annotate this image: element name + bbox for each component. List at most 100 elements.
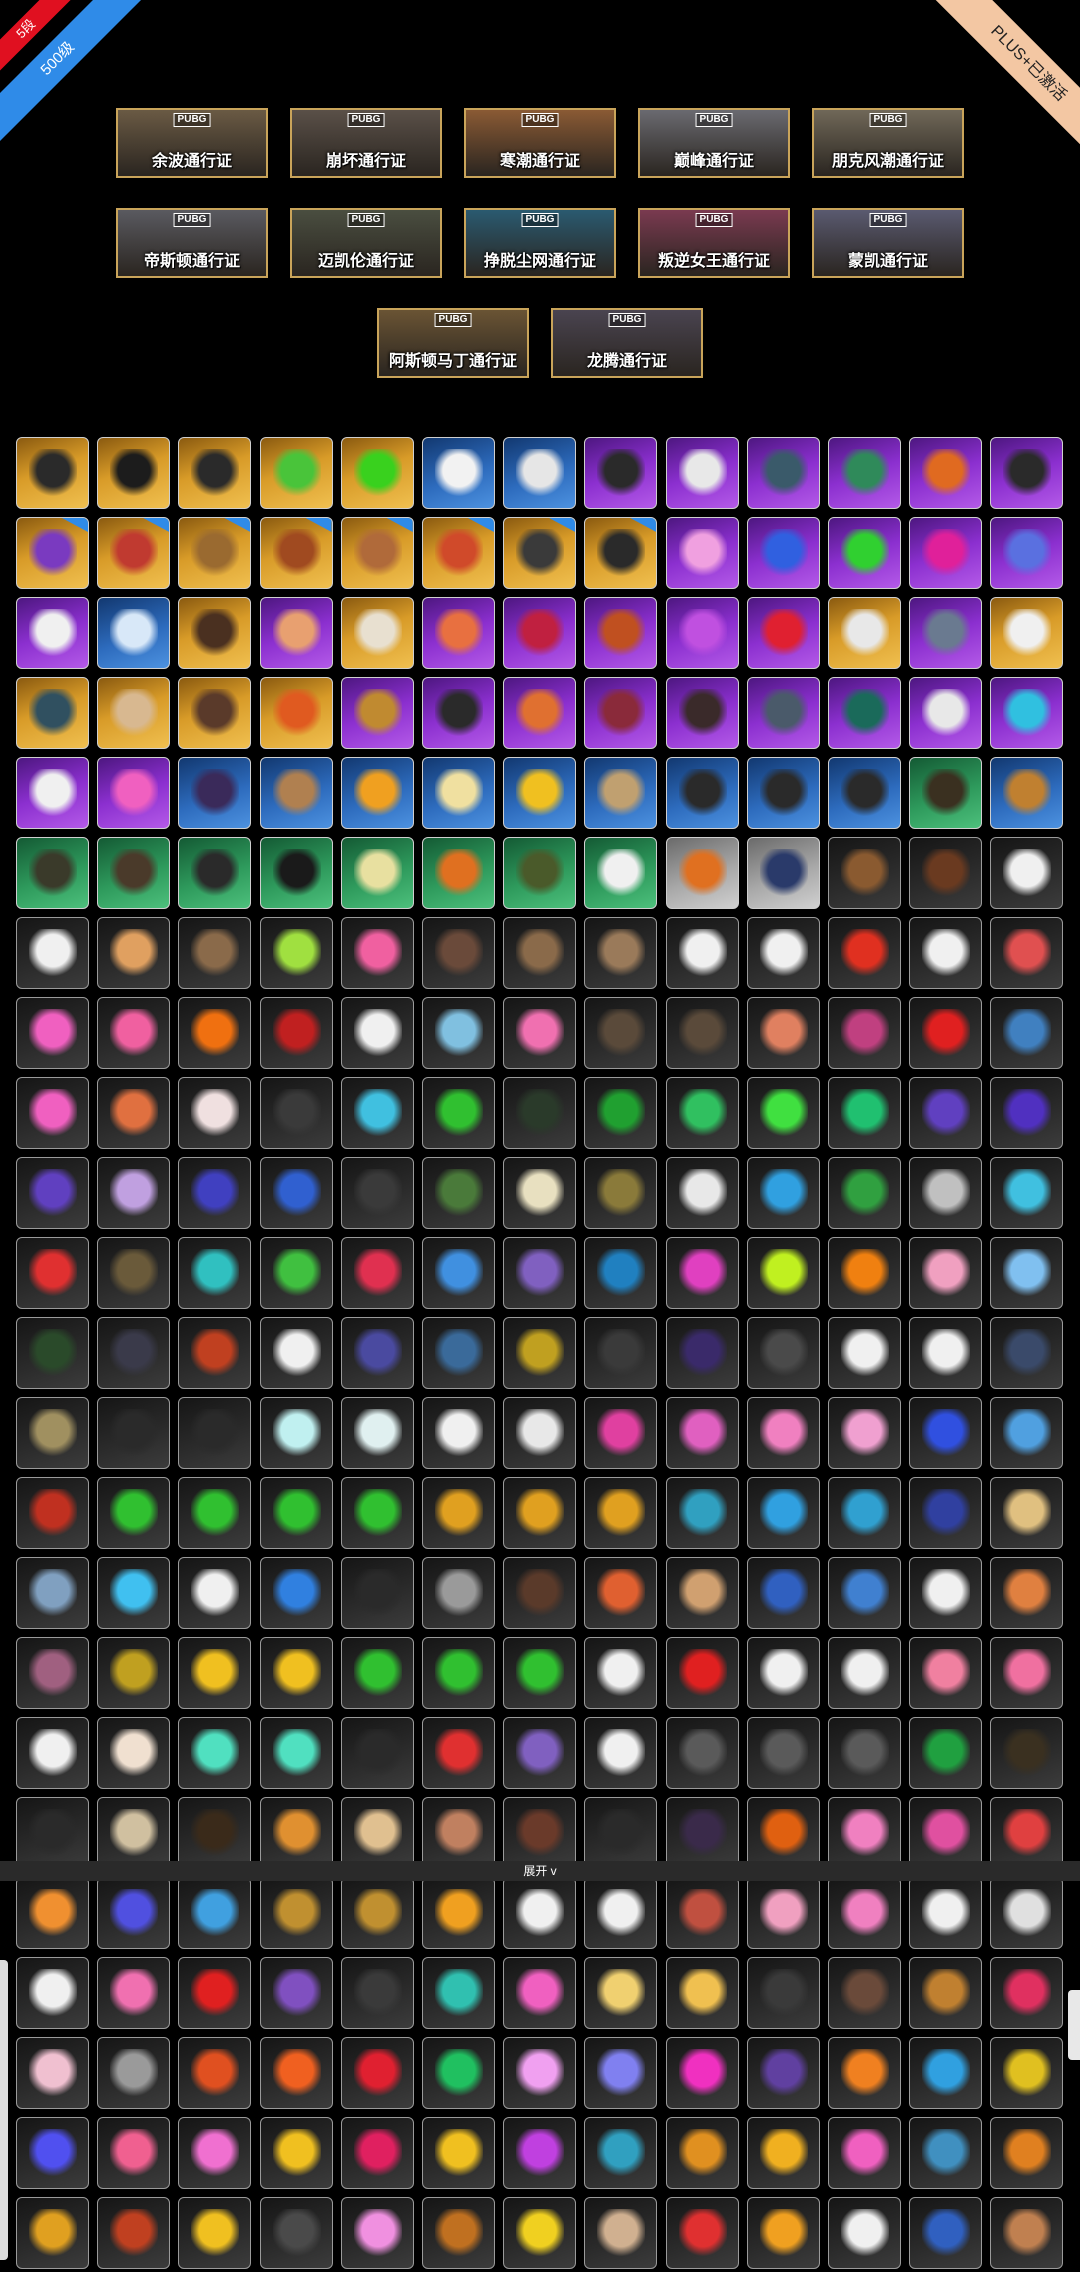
inventory-item[interactable] bbox=[827, 1877, 901, 1949]
inventory-item[interactable] bbox=[421, 1477, 495, 1549]
inventory-item[interactable] bbox=[827, 1077, 901, 1149]
inventory-item[interactable] bbox=[16, 1157, 89, 1229]
left-edge-scroll-handle[interactable] bbox=[0, 1960, 8, 2260]
inventory-item[interactable] bbox=[421, 1957, 495, 2029]
inventory-item[interactable] bbox=[746, 1637, 820, 1709]
inventory-item[interactable] bbox=[746, 1157, 820, 1229]
inventory-item[interactable] bbox=[827, 837, 901, 909]
inventory-item[interactable] bbox=[827, 1957, 901, 2029]
inventory-item[interactable] bbox=[503, 1797, 577, 1869]
inventory-item[interactable] bbox=[584, 1477, 658, 1549]
inventory-item[interactable] bbox=[827, 437, 901, 509]
inventory-item[interactable] bbox=[16, 597, 89, 669]
inventory-item[interactable] bbox=[97, 1637, 171, 1709]
inventory-item[interactable] bbox=[178, 1557, 252, 1629]
inventory-item[interactable] bbox=[16, 2117, 89, 2189]
pass-card[interactable]: PUBG 龙腾通行证 bbox=[551, 308, 703, 378]
inventory-item[interactable] bbox=[584, 1877, 658, 1949]
inventory-item[interactable] bbox=[178, 2037, 252, 2109]
inventory-item[interactable] bbox=[178, 917, 252, 989]
inventory-item[interactable] bbox=[665, 2117, 739, 2189]
inventory-item[interactable] bbox=[503, 837, 577, 909]
inventory-item[interactable] bbox=[97, 2197, 171, 2269]
inventory-item[interactable] bbox=[503, 2117, 577, 2189]
inventory-item[interactable] bbox=[746, 1477, 820, 1549]
inventory-item[interactable] bbox=[990, 997, 1064, 1069]
inventory-item[interactable] bbox=[340, 597, 414, 669]
inventory-item[interactable] bbox=[990, 917, 1064, 989]
inventory-item[interactable] bbox=[665, 1717, 739, 1789]
inventory-item[interactable] bbox=[909, 917, 983, 989]
inventory-item[interactable] bbox=[909, 997, 983, 1069]
inventory-item[interactable] bbox=[340, 1637, 414, 1709]
inventory-item[interactable] bbox=[259, 1157, 333, 1229]
inventory-item[interactable] bbox=[340, 437, 414, 509]
inventory-item[interactable] bbox=[746, 997, 820, 1069]
inventory-item[interactable] bbox=[421, 2197, 495, 2269]
inventory-item[interactable] bbox=[827, 1557, 901, 1629]
inventory-item[interactable] bbox=[97, 1797, 171, 1869]
inventory-item[interactable] bbox=[746, 517, 820, 589]
inventory-item[interactable] bbox=[827, 1477, 901, 1549]
inventory-item[interactable] bbox=[990, 1637, 1064, 1709]
inventory-item[interactable] bbox=[340, 2197, 414, 2269]
inventory-item[interactable] bbox=[584, 437, 658, 509]
inventory-item[interactable] bbox=[16, 1877, 89, 1949]
inventory-item[interactable] bbox=[990, 1717, 1064, 1789]
inventory-item[interactable] bbox=[16, 1797, 89, 1869]
inventory-item[interactable] bbox=[503, 757, 577, 829]
inventory-item[interactable] bbox=[584, 837, 658, 909]
inventory-item[interactable] bbox=[259, 837, 333, 909]
inventory-item[interactable] bbox=[421, 437, 495, 509]
inventory-item[interactable] bbox=[584, 2197, 658, 2269]
inventory-item[interactable] bbox=[340, 757, 414, 829]
inventory-item[interactable] bbox=[990, 2197, 1064, 2269]
inventory-item[interactable] bbox=[827, 1397, 901, 1469]
inventory-item[interactable] bbox=[340, 677, 414, 749]
inventory-item[interactable] bbox=[746, 1077, 820, 1149]
inventory-item[interactable] bbox=[909, 1797, 983, 1869]
inventory-item[interactable] bbox=[584, 597, 658, 669]
inventory-item[interactable] bbox=[421, 517, 495, 589]
inventory-item[interactable] bbox=[178, 1237, 252, 1309]
inventory-item[interactable] bbox=[178, 1317, 252, 1389]
inventory-item[interactable] bbox=[746, 1237, 820, 1309]
inventory-item[interactable] bbox=[503, 1397, 577, 1469]
inventory-item[interactable] bbox=[340, 1237, 414, 1309]
inventory-item[interactable] bbox=[340, 2117, 414, 2189]
inventory-item[interactable] bbox=[746, 837, 820, 909]
inventory-item[interactable] bbox=[259, 2197, 333, 2269]
inventory-item[interactable] bbox=[340, 1397, 414, 1469]
inventory-item[interactable] bbox=[584, 1237, 658, 1309]
inventory-item[interactable] bbox=[827, 1237, 901, 1309]
inventory-item[interactable] bbox=[990, 517, 1064, 589]
inventory-item[interactable] bbox=[990, 437, 1064, 509]
inventory-item[interactable] bbox=[503, 1957, 577, 2029]
inventory-item[interactable] bbox=[340, 1717, 414, 1789]
inventory-item[interactable] bbox=[827, 2037, 901, 2109]
inventory-item[interactable] bbox=[990, 837, 1064, 909]
inventory-item[interactable] bbox=[584, 517, 658, 589]
inventory-item[interactable] bbox=[909, 2117, 983, 2189]
inventory-item[interactable] bbox=[909, 2037, 983, 2109]
inventory-item[interactable] bbox=[16, 1077, 89, 1149]
inventory-item[interactable] bbox=[340, 517, 414, 589]
inventory-item[interactable] bbox=[746, 2037, 820, 2109]
inventory-item[interactable] bbox=[909, 1477, 983, 1549]
inventory-item[interactable] bbox=[584, 1397, 658, 1469]
inventory-item[interactable] bbox=[827, 677, 901, 749]
inventory-item[interactable] bbox=[178, 757, 252, 829]
pass-card[interactable]: PUBG 叛逆女王通行证 bbox=[638, 208, 790, 278]
inventory-item[interactable] bbox=[178, 1797, 252, 1869]
inventory-item[interactable] bbox=[178, 2197, 252, 2269]
inventory-item[interactable] bbox=[421, 917, 495, 989]
pass-card[interactable]: PUBG 蒙凯通行证 bbox=[812, 208, 964, 278]
inventory-item[interactable] bbox=[503, 1557, 577, 1629]
inventory-item[interactable] bbox=[665, 677, 739, 749]
inventory-item[interactable] bbox=[503, 2197, 577, 2269]
inventory-item[interactable] bbox=[97, 597, 171, 669]
inventory-item[interactable] bbox=[909, 1637, 983, 1709]
inventory-item[interactable] bbox=[259, 517, 333, 589]
inventory-item[interactable] bbox=[665, 1317, 739, 1389]
inventory-item[interactable] bbox=[584, 2117, 658, 2189]
